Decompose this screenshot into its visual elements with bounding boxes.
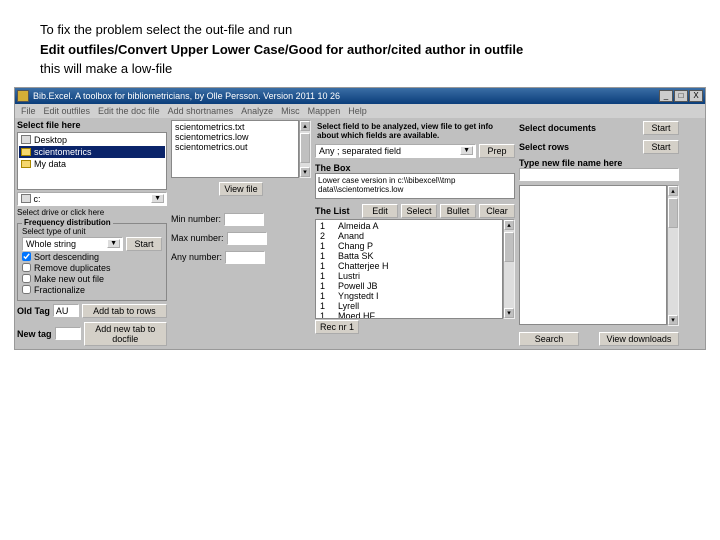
the-list[interactable]: 1Almeida A 2Anand 1Chang P 1Batta SK 1Ch… (315, 219, 503, 319)
old-tag-row: Old Tag Add tab to rows (17, 304, 167, 318)
any-num-label: Any number: (171, 252, 222, 262)
titlebar: Bib.Excel. A toolbox for bibliometrician… (15, 88, 705, 104)
box-label: The Box (315, 163, 515, 173)
file-item[interactable]: scientometrics.out (173, 142, 297, 152)
new-tag-row: New tag Add new tab to docfile (17, 322, 167, 346)
select-file-label: Select file here (17, 120, 167, 130)
freq-sub: Select type of unit (22, 227, 162, 236)
make-new-check[interactable]: Make new out file (22, 274, 162, 284)
old-tag-label: Old Tag (17, 306, 50, 316)
folder-icon (21, 160, 31, 168)
freq-title: Frequency distribution (22, 218, 113, 227)
min-num-input[interactable] (224, 213, 264, 226)
prep-button[interactable]: Prep (479, 144, 515, 158)
min-num-label: Min number: (171, 214, 221, 224)
menu-edit-docfile[interactable]: Edit the doc file (98, 106, 160, 116)
unit-select[interactable]: Whole string (22, 237, 123, 251)
freq-start-button[interactable]: Start (126, 237, 162, 251)
list-item: 1Almeida A (317, 221, 501, 231)
list-clear-button[interactable]: Clear (479, 204, 515, 218)
old-tag-input[interactable] (53, 304, 79, 317)
view-downloads-button[interactable]: View downloads (599, 332, 679, 346)
folder-row: scientometrics (19, 146, 165, 158)
new-filename-input[interactable] (519, 168, 679, 181)
menu-add-shortnames[interactable]: Add shortnames (168, 106, 234, 116)
doc-instructions: To fix the problem select the out-file a… (0, 0, 720, 87)
list-item: 1Lyrell (317, 301, 501, 311)
doc-line-3: this will make a low-file (40, 59, 680, 79)
close-button[interactable]: X (689, 90, 703, 102)
app-window: Bib.Excel. A toolbox for bibliometrician… (14, 87, 706, 350)
desktop-icon (21, 135, 31, 144)
right-listbox[interactable] (519, 185, 667, 325)
type-name-label: Type new file name here (519, 158, 679, 168)
folder-row: My data (19, 158, 165, 170)
field-select[interactable]: Any ; separated field (315, 144, 476, 158)
drive-select[interactable]: c: (17, 192, 167, 206)
menu-help[interactable]: Help (348, 106, 367, 116)
frequency-group: Frequency distribution Select type of un… (17, 223, 167, 301)
list-bullet-button[interactable]: Bullet (440, 204, 476, 218)
drive-icon (21, 194, 31, 203)
list-item: 1Lustri (317, 271, 501, 281)
folder-row: Desktop (19, 134, 165, 146)
sort-desc-check[interactable]: Sort descending (22, 252, 162, 262)
menu-edit-outfiles[interactable]: Edit outfiles (44, 106, 91, 116)
drive-note: Select drive or click here (17, 208, 167, 217)
window-title: Bib.Excel. A toolbox for bibliometrician… (33, 91, 340, 101)
minimize-button[interactable]: _ (659, 90, 673, 102)
remove-dup-check[interactable]: Remove duplicates (22, 263, 162, 273)
select-docs-label: Select documents (519, 123, 640, 133)
list-edit-button[interactable]: Edit (362, 204, 398, 218)
select-rows-label: Select rows (519, 142, 640, 152)
menu-analyze[interactable]: Analyze (241, 106, 273, 116)
fractionalize-check[interactable]: Fractionalize (22, 285, 162, 295)
menu-misc[interactable]: Misc (281, 106, 300, 116)
file-item[interactable]: scientometrics.txt (173, 122, 297, 132)
list-item: 1Yngstedt I (317, 291, 501, 301)
new-tag-input[interactable] (55, 327, 81, 340)
file-scrollbar[interactable] (299, 120, 311, 178)
list-item: 1Powell JB (317, 281, 501, 291)
folder-icon (21, 148, 31, 156)
doc-line-1: To fix the problem select the out-file a… (40, 20, 680, 40)
file-list[interactable]: scientometrics.txt scientometrics.low sc… (171, 120, 299, 178)
recnr-button[interactable]: Rec nr 1 (315, 320, 359, 334)
new-tag-label: New tag (17, 329, 52, 339)
field-label: Select field to be analyzed, view file t… (315, 120, 515, 143)
menubar: File Edit outfiles Edit the doc file Add… (15, 104, 705, 118)
list-item: 1Chang P (317, 241, 501, 251)
list-item: 1Moed HF (317, 311, 501, 319)
view-file-button[interactable]: View file (219, 182, 262, 196)
list-select-button[interactable]: Select (401, 204, 437, 218)
search-button[interactable]: Search (519, 332, 579, 346)
doc-line-2: Edit outfiles/Convert Upper Lower Case/G… (40, 40, 680, 60)
menu-file[interactable]: File (21, 106, 36, 116)
add-tab-button[interactable]: Add tab to rows (82, 304, 167, 318)
maximize-button[interactable]: □ (674, 90, 688, 102)
list-label: The List (315, 206, 350, 216)
menu-mappen[interactable]: Mappen (308, 106, 341, 116)
app-icon (17, 90, 29, 102)
list-item: 2Anand (317, 231, 501, 241)
max-num-label: Max number: (171, 233, 224, 243)
box-text: Lower case version in c:\\bibexcel\\tmp … (315, 173, 515, 199)
list-item: 1Batta SK (317, 251, 501, 261)
add-new-tab-button[interactable]: Add new tab to docfile (84, 322, 167, 346)
file-item[interactable]: scientometrics.low (173, 132, 297, 142)
max-num-input[interactable] (227, 232, 267, 245)
list-scrollbar[interactable] (503, 219, 515, 319)
list-item: 1Chatterjee H (317, 261, 501, 271)
select-docs-start[interactable]: Start (643, 121, 679, 135)
right-scrollbar[interactable] (667, 185, 679, 326)
folder-tree[interactable]: Desktop scientometrics My data (17, 132, 167, 190)
select-rows-start[interactable]: Start (643, 140, 679, 154)
any-num-input[interactable] (225, 251, 265, 264)
